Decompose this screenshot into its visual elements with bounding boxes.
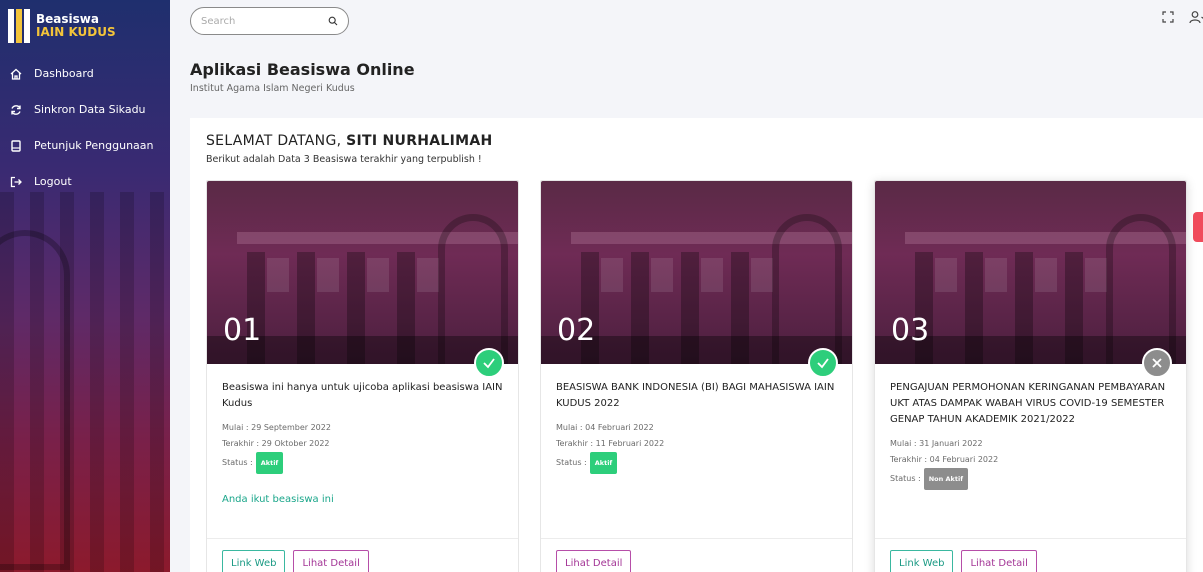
- card-start-date: Mulai : 04 Februari 2022: [556, 423, 654, 432]
- home-icon: [10, 68, 22, 80]
- status-label: Status :: [222, 458, 253, 467]
- topbar-icons: [1161, 10, 1203, 24]
- sidebar-nav: Dashboard Sinkron Data Sikadu Petunjuk P…: [0, 60, 170, 204]
- scholarship-card: 02 BEASISWA BANK INDONESIA (BI) BAGI MAH…: [540, 180, 853, 572]
- search-icon[interactable]: [328, 16, 338, 26]
- close-icon: [1142, 348, 1172, 378]
- fullscreen-icon[interactable]: [1161, 10, 1175, 24]
- card-end-date: Terakhir : 29 Oktober 2022: [222, 439, 330, 448]
- sidebar-item-label: Petunjuk Penggunaan: [34, 139, 154, 152]
- brand-logo[interactable]: Beasiswa IAIN KUDUS: [8, 5, 116, 47]
- brand-line2: IAIN KUDUS: [36, 25, 116, 39]
- link-web-button[interactable]: Link Web: [222, 550, 286, 572]
- welcome-prefix: SELAMAT DATANG,: [206, 133, 347, 149]
- card-end-date: Terakhir : 04 Februari 2022: [890, 455, 999, 464]
- status-label: Status :: [890, 474, 921, 483]
- refresh-icon: [11, 104, 21, 115]
- user-icon[interactable]: [1189, 10, 1203, 24]
- sidebar-item-petunjuk[interactable]: Petunjuk Penggunaan: [0, 132, 170, 159]
- sidebar-item-label: Dashboard: [34, 67, 94, 80]
- sidebar-item-dashboard[interactable]: Dashboard: [0, 60, 170, 87]
- sidebar-item-label: Logout: [34, 175, 72, 188]
- card-number: 03: [891, 313, 930, 348]
- sidebar-item-logout[interactable]: Logout: [0, 168, 170, 195]
- sidebar-background-arch: [0, 230, 70, 570]
- lihat-detail-button[interactable]: Lihat Detail: [961, 550, 1037, 572]
- scholarship-card: 03 PENGAJUAN PERMOHONAN KERINGANAN PEMBA…: [874, 180, 1187, 572]
- status-badge: Non Aktif: [923, 468, 969, 490]
- logout-icon: [10, 176, 22, 187]
- card-start-date: Mulai : 29 September 2022: [222, 423, 331, 432]
- card-title: Beasiswa ini hanya untuk ujicoba aplikas…: [222, 382, 503, 409]
- welcome-name: SITI NURHALIMAH: [346, 133, 493, 149]
- card-image: 02: [541, 181, 852, 364]
- status-label: Status :: [556, 458, 587, 467]
- card-start-date: Mulai : 31 Januari 2022: [890, 439, 983, 448]
- check-icon: [808, 348, 838, 378]
- books-logo-icon: [8, 9, 30, 43]
- sidebar: Beasiswa IAIN KUDUS Dashboard Sinkron Da…: [0, 0, 170, 572]
- welcome-subtitle: Berikut adalah Data 3 Beasiswa terakhir …: [206, 154, 482, 165]
- scholarship-card: 01 Beasiswa ini hanya untuk ujicoba apli…: [206, 180, 519, 572]
- sidebar-item-sinkron[interactable]: Sinkron Data Sikadu: [0, 96, 170, 123]
- page-header: Aplikasi Beasiswa Online Institut Agama …: [190, 60, 415, 94]
- status-badge: Aktif: [255, 452, 284, 474]
- search-box[interactable]: [190, 7, 349, 35]
- joined-text: Anda ikut beasiswa ini: [222, 494, 334, 505]
- main-panel: SELAMAT DATANG, SITI NURHALIMAH Berikut …: [190, 118, 1203, 572]
- card-image: 01: [207, 181, 518, 364]
- card-number: 01: [223, 313, 262, 348]
- card-title: BEASISWA BANK INDONESIA (BI) BAGI MAHASI…: [556, 382, 835, 409]
- lihat-detail-button[interactable]: Lihat Detail: [293, 550, 369, 572]
- card-number: 02: [557, 313, 596, 348]
- card-end-date: Terakhir : 11 Februari 2022: [556, 439, 665, 448]
- card-image: 03: [875, 181, 1186, 364]
- search-input[interactable]: [201, 15, 319, 27]
- lihat-detail-button[interactable]: Lihat Detail: [556, 550, 632, 572]
- page-title: Aplikasi Beasiswa Online: [190, 60, 415, 79]
- page-subtitle: Institut Agama Islam Negeri Kudus: [190, 83, 355, 94]
- check-icon: [474, 348, 504, 378]
- status-badge: Aktif: [589, 452, 618, 474]
- sidebar-item-label: Sinkron Data Sikadu: [34, 103, 146, 116]
- topbar: [178, 0, 1203, 44]
- book-icon: [11, 139, 21, 152]
- card-title: PENGAJUAN PERMOHONAN KERINGANAN PEMBAYAR…: [890, 382, 1166, 425]
- settings-tab[interactable]: [1193, 212, 1203, 242]
- welcome-heading: SELAMAT DATANG, SITI NURHALIMAH: [206, 133, 493, 149]
- link-web-button[interactable]: Link Web: [890, 550, 954, 572]
